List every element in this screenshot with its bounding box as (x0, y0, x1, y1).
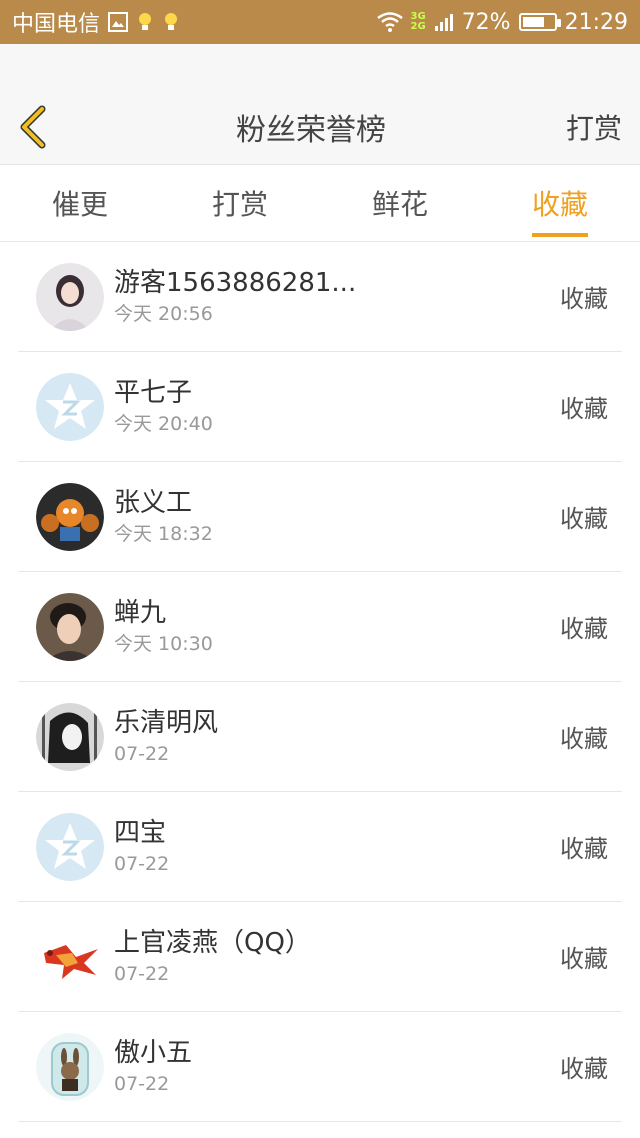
user-name: 傲小五 (114, 1037, 193, 1068)
avatar (36, 482, 104, 551)
status-bar: 中国电信 3G 2G 72% 21:29 (0, 0, 640, 44)
tab-flowers[interactable]: 鲜花 (320, 165, 480, 241)
avatar-qq-default-icon (36, 812, 104, 881)
list-item[interactable]: 平七子 今天 20:40 收藏 (18, 352, 622, 462)
battery-percent: 72% (461, 9, 511, 35)
tab-bar: 催更 打赏 鲜花 收藏 (0, 165, 640, 242)
timestamp: 07-22 (114, 852, 170, 875)
item-info: 张义工 今天 18:32 (114, 486, 560, 548)
item-info: 傲小五 07-22 (114, 1036, 560, 1098)
action-label: 收藏 (560, 835, 608, 863)
action-label: 收藏 (560, 1055, 608, 1083)
tab-reward[interactable]: 打赏 (160, 165, 320, 241)
avatar-qq-default-icon (36, 372, 104, 441)
item-info: 乐清明风 07-22 (114, 706, 560, 768)
action-label: 收藏 (560, 725, 608, 753)
chevron-left-icon (20, 105, 46, 149)
page-title: 粉丝荣誉榜 (235, 113, 386, 148)
action-label: 收藏 (560, 945, 608, 973)
avatar-phoenix-icon (36, 922, 104, 991)
battery-icon (518, 13, 561, 31)
avatar (36, 592, 104, 661)
avatar (36, 262, 104, 331)
network-type-indicator: 3G 2G (411, 12, 426, 32)
user-name: 乐清明风 (114, 707, 219, 738)
timestamp: 今天 20:40 (114, 412, 213, 435)
header-spacer (0, 44, 640, 90)
reward-button[interactable]: 打赏 (566, 107, 622, 147)
user-name: 四宝 (114, 817, 167, 848)
list-item[interactable]: 傲小五 07-22 收藏 (18, 1012, 622, 1122)
timestamp: 今天 20:56 (114, 302, 213, 325)
lightbulb-notification-icon (162, 11, 180, 33)
item-info: 上官凌燕（QQ） 07-22 (114, 926, 560, 988)
timestamp: 07-22 (114, 742, 170, 765)
item-info: 四宝 07-22 (114, 816, 560, 878)
wifi-icon (376, 12, 403, 32)
action-label: 收藏 (560, 615, 608, 643)
action-label: 收藏 (560, 505, 608, 533)
user-name: 游客1563886281... (114, 267, 357, 298)
action-label: 收藏 (560, 395, 608, 423)
list-item[interactable]: 四宝 07-22 收藏 (18, 792, 622, 902)
user-name: 张义工 (114, 487, 193, 518)
clock: 21:29 (564, 9, 628, 35)
list-item[interactable]: 乐清明风 07-22 收藏 (18, 682, 622, 792)
action-label: 收藏 (560, 285, 608, 313)
avatar (36, 702, 104, 771)
signal-icon (434, 12, 454, 32)
timestamp: 今天 10:30 (114, 632, 213, 655)
list-item[interactable]: 张义工 今天 18:32 收藏 (18, 462, 622, 572)
timestamp: 07-22 (114, 962, 170, 985)
carrier-label: 中国电信 (12, 12, 101, 37)
tab-collect[interactable]: 收藏 (480, 165, 640, 241)
lightbulb-notification-icon (136, 11, 154, 33)
item-info: 蝉九 今天 10:30 (114, 596, 560, 658)
list-item[interactable]: 游客1563886281... 今天 20:56 收藏 (18, 242, 622, 352)
tab-urge[interactable]: 催更 (0, 165, 160, 241)
fan-list: 游客1563886281... 今天 20:56 收藏 平七子 今天 20:40… (0, 242, 640, 1122)
timestamp: 07-22 (114, 1072, 170, 1095)
item-info: 平七子 今天 20:40 (114, 376, 560, 438)
user-name: 平七子 (114, 377, 193, 408)
avatar (36, 1032, 104, 1101)
battery-fill (522, 17, 545, 27)
list-item[interactable]: 蝉九 今天 10:30 收藏 (18, 572, 622, 682)
user-name: 上官凌燕（QQ） (114, 927, 311, 958)
status-left: 中国电信 (12, 6, 180, 38)
title-bar: 粉丝荣誉榜 打赏 (0, 90, 640, 165)
gallery-notification-icon (108, 12, 129, 32)
network-2g-label: 2G (410, 21, 426, 32)
list-item[interactable]: 上官凌燕（QQ） 07-22 收藏 (18, 902, 622, 1012)
timestamp: 今天 18:32 (114, 522, 213, 545)
user-name: 蝉九 (114, 597, 167, 628)
back-button[interactable] (16, 104, 56, 150)
status-right: 3G 2G 72% 21:29 (376, 9, 628, 35)
item-info: 游客1563886281... 今天 20:56 (114, 266, 560, 328)
